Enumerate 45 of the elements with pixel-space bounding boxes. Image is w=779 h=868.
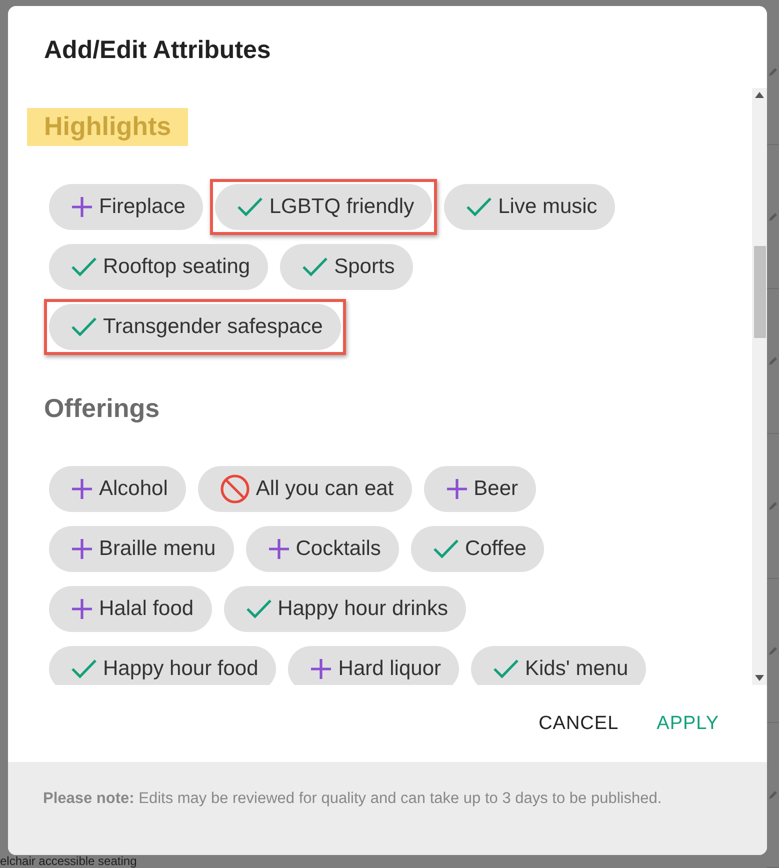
checkmark-icon xyxy=(71,659,97,679)
attribute-chip[interactable]: Fireplace xyxy=(49,184,204,230)
checkmark-icon xyxy=(246,599,272,619)
plus-icon xyxy=(71,196,93,218)
attribute-chip[interactable]: LGBTQ friendly xyxy=(215,184,432,230)
plus-icon xyxy=(310,658,332,680)
attribute-chip[interactable]: Rooftop seating xyxy=(49,244,268,290)
checkmark-icon xyxy=(466,197,492,217)
scroll-down-icon[interactable] xyxy=(755,675,764,681)
attribute-chip[interactable]: All you can eat xyxy=(198,466,412,512)
attribute-chip[interactable]: Cocktails xyxy=(246,526,399,572)
attribute-chip[interactable]: Alcohol xyxy=(49,466,186,512)
prohibited-icon xyxy=(220,474,250,504)
plus-icon xyxy=(71,598,93,620)
cancel-button[interactable]: CANCEL xyxy=(538,706,619,740)
attribute-chip[interactable]: Hard liquor xyxy=(288,646,459,685)
scroll-up-icon[interactable] xyxy=(755,92,764,98)
note-text: Please note: Edits may be reviewed for quality and can take up to 3 days to be published. xyxy=(43,789,663,809)
checkmark-icon xyxy=(237,197,264,217)
attribute-chip[interactable]: Happy hour drinks xyxy=(224,586,466,632)
checkmark-icon xyxy=(71,257,97,277)
attribute-chip[interactable]: Sports xyxy=(280,244,413,290)
dialog-title: Add/Edit Attributes xyxy=(43,35,272,64)
attribute-chip[interactable]: Beer xyxy=(424,466,536,512)
attribute-chip[interactable]: Transgender safespace xyxy=(49,304,341,350)
scrollbar[interactable] xyxy=(752,88,767,685)
plus-icon xyxy=(446,478,468,500)
attribute-chip[interactable]: Kids' menu xyxy=(471,646,646,685)
checkmark-icon xyxy=(432,539,459,559)
attribute-chip[interactable]: Live music xyxy=(444,184,616,230)
plus-icon xyxy=(71,538,93,560)
plus-icon xyxy=(71,478,93,500)
attribute-chip[interactable]: Braille menu xyxy=(49,526,234,572)
checkmark-icon xyxy=(302,257,328,277)
section-heading: Highlights xyxy=(27,108,188,146)
background-text: elchair accessible seating xyxy=(0,855,137,868)
scrollbar-thumb[interactable] xyxy=(754,246,766,338)
checkmark-icon xyxy=(493,659,519,679)
pencil-icon[interactable] xyxy=(768,212,778,222)
section-heading: Offerings xyxy=(43,392,161,425)
plus-icon xyxy=(268,538,290,560)
checkmark-icon xyxy=(71,317,97,337)
attribute-chip[interactable]: Coffee xyxy=(410,526,544,572)
attribute-chip[interactable]: Happy hour food xyxy=(49,646,276,685)
attribute-chip[interactable]: Halal food xyxy=(49,586,212,632)
